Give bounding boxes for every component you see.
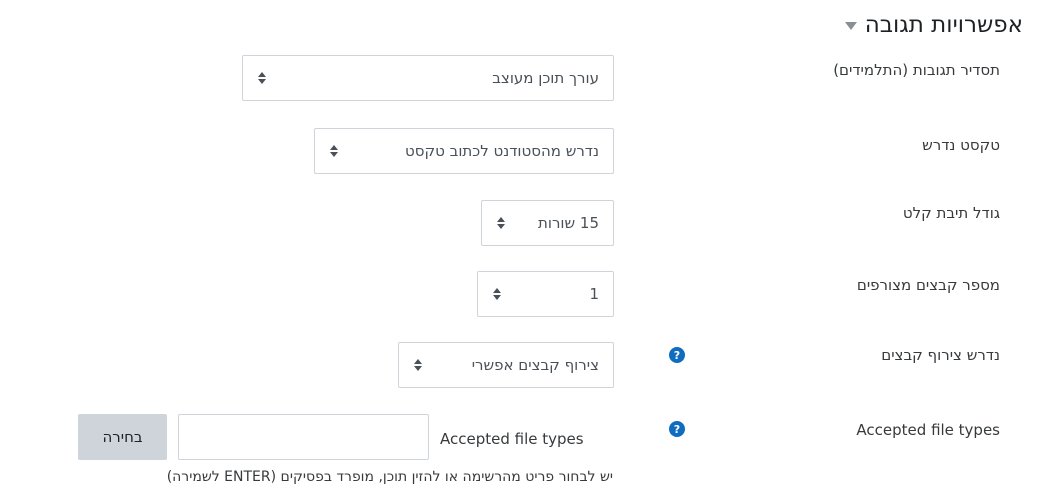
- response-format-select[interactable]: עורך תוכן מעוצב: [242, 55, 614, 101]
- attachments-required-label: נדרש צירוף קבצים: [881, 346, 1000, 364]
- attachments-count-label: מספר קבצים מצורפים: [856, 276, 1000, 294]
- input-box-size-value: 15 שורות: [538, 214, 599, 232]
- response-format-label: תסדיר תגובות (התלמידים): [833, 61, 1000, 79]
- sort-icon: [257, 72, 267, 84]
- attachments-count-value: 1: [589, 285, 599, 303]
- sort-icon: [492, 288, 502, 300]
- sort-icon: [413, 359, 423, 371]
- accepted-file-types-label: Accepted file types: [856, 421, 1000, 439]
- response-format-value: עורך תוכן מעוצב: [492, 69, 599, 87]
- section-header[interactable]: אפשרויות תגובה: [844, 8, 1023, 42]
- input-box-size-label: גודל תיבת קלט: [902, 204, 1000, 222]
- accepted-file-types-hint: יש לבחור פריט מהרשימה או להזין תוכן, מופ…: [166, 469, 613, 485]
- accepted-file-types-inline-label: Accepted file types: [440, 430, 584, 448]
- require-text-label: טקסט נדרש: [922, 136, 1000, 154]
- sort-icon: [496, 217, 506, 229]
- caret-down-icon[interactable]: [844, 22, 857, 30]
- question-circle-icon[interactable]: ?: [669, 421, 685, 437]
- attachments-required-select[interactable]: צירוף קבצים אפשרי: [398, 342, 614, 388]
- choose-button[interactable]: בחירה: [78, 414, 167, 460]
- sort-icon: [329, 145, 339, 157]
- section-title: אפשרויות תגובה: [864, 12, 1023, 38]
- input-box-size-select[interactable]: 15 שורות: [481, 200, 614, 246]
- attachments-count-select[interactable]: 1: [477, 271, 614, 317]
- attachments-required-value: צירוף קבצים אפשרי: [471, 356, 599, 374]
- require-text-select[interactable]: נדרש מהסטודנט לכתוב טקסט: [314, 128, 614, 174]
- require-text-value: נדרש מהסטודנט לכתוב טקסט: [405, 142, 599, 160]
- accepted-file-types-input[interactable]: [178, 414, 429, 460]
- question-circle-icon[interactable]: ?: [669, 347, 685, 363]
